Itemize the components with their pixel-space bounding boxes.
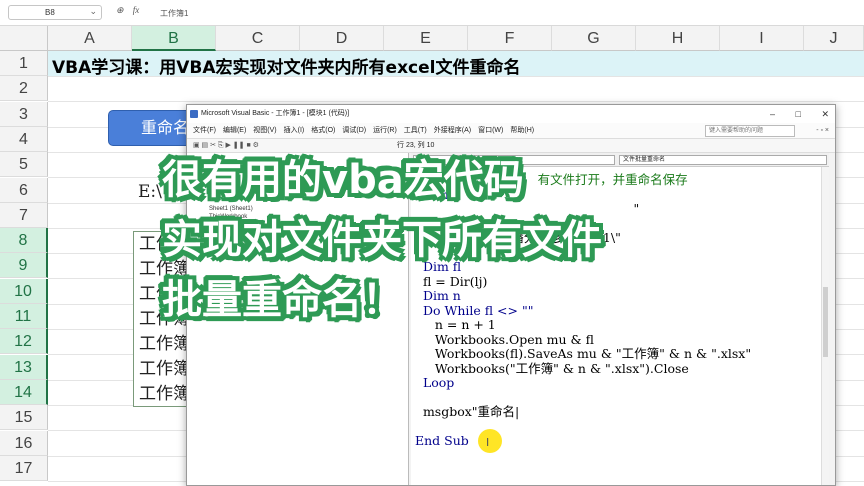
chevron-down-icon[interactable]: ⌄	[89, 6, 97, 17]
row-header-10[interactable]: 10	[0, 278, 48, 304]
window-controls: – □ ✕	[752, 105, 829, 123]
rename-button[interactable]: 重命名	[108, 110, 198, 146]
code-scrollbar[interactable]	[821, 167, 829, 485]
column-header-j[interactable]: J	[804, 26, 864, 51]
code-line[interactable]: "	[415, 201, 751, 217]
row-header-14[interactable]: 14	[0, 379, 48, 405]
code-line[interactable]: n = n + 1	[415, 317, 751, 333]
vba-titlebar[interactable]: Microsoft Visual Basic - 工作簿1 - [模块1 (代码…	[187, 105, 835, 123]
name-box[interactable]: B8 ⌄	[8, 5, 102, 20]
row-header-8[interactable]: 8	[0, 228, 48, 254]
formula-icons: ⊕ fx	[116, 5, 146, 16]
formula-value[interactable]: 工作簿1	[160, 8, 188, 19]
row-header-2[interactable]: 2	[0, 76, 48, 102]
row-header-9[interactable]: 9	[0, 253, 48, 279]
file-list-item[interactable]: 工作簿	[134, 382, 192, 407]
menu-window-controls[interactable]: - ▫ ×	[816, 123, 829, 139]
row-header-13[interactable]: 13	[0, 354, 48, 380]
row-gridline	[48, 101, 864, 103]
code-line[interactable]: Workbooks(fl).SaveAs mu & "工作簿" & n & ".…	[415, 346, 751, 362]
column-header-i[interactable]: I	[720, 26, 804, 51]
minimize-icon[interactable]: –	[770, 109, 775, 119]
code-line[interactable]: Dim n	[415, 288, 751, 304]
vba-menubar: 文件(F) 编辑(E) 视图(V) 插入(I) 格式(O) 调试(D) 运行(R) 工具(T)…	[187, 123, 835, 139]
menu-item[interactable]: 运行(R)	[373, 127, 397, 134]
formula-bar: B8 ⌄ ⊕ fx 工作簿1	[0, 0, 864, 26]
caption-line-1: 很有用的vba宏代码	[162, 157, 524, 203]
text-cursor-icon: I	[486, 436, 490, 449]
project-tree-item[interactable]: Sheet1 (Sheet1)	[209, 205, 253, 213]
menu-item[interactable]: 帮助(H)	[510, 127, 534, 134]
code-line[interactable]: Workbooks("工作簿" & n & ".xlsx").Close	[415, 361, 751, 377]
code-line[interactable]: Workbooks.Open mu & fl	[415, 332, 751, 348]
vba-title: Microsoft Visual Basic - 工作簿1 - [模块1 (代码…	[201, 110, 350, 117]
file-list-item[interactable]: 工作簿	[134, 332, 192, 357]
fx-icon[interactable]: fx	[133, 5, 140, 15]
path-cell[interactable]: E:\	[138, 182, 162, 202]
column-header-b[interactable]: B	[132, 26, 216, 51]
toolbar-icons[interactable]: ▣ ▤ ✂ ⎘ ▶ ❚❚ ■ ⚙	[193, 142, 259, 149]
row-header-15[interactable]: 15	[0, 405, 48, 431]
code-editor[interactable]: ' 有文件打开，并重命名保存 Dim lj " Dim mu mu = "E:\…	[415, 172, 751, 449]
menu-item[interactable]: 窗口(W)	[478, 127, 503, 134]
code-line[interactable]: Loop	[415, 375, 751, 391]
mouse-cursor-highlight	[478, 429, 502, 453]
help-search-input[interactable]: 键入需要帮助的问题	[705, 125, 795, 137]
code-line[interactable]	[415, 420, 751, 435]
row-header-5[interactable]: 5	[0, 152, 48, 178]
menu-item[interactable]: 插入(I)	[284, 127, 305, 134]
row-header-6[interactable]: 6	[0, 177, 48, 203]
caption-line-2: 实现对文件夹下所有文件	[162, 217, 602, 263]
row-header-7[interactable]: 7	[0, 202, 48, 228]
row-header-3[interactable]: 3	[0, 101, 48, 127]
row-header-16[interactable]: 16	[0, 430, 48, 456]
file-list-item[interactable]: 工作簿	[134, 357, 192, 382]
row-header-1[interactable]: 1	[0, 51, 48, 76]
scroll-thumb[interactable]	[823, 287, 828, 357]
column-header-h[interactable]: H	[636, 26, 720, 51]
sheet-title[interactable]: VBA学习课：用VBA宏实现对文件夹内所有excel文件重命名	[52, 53, 520, 78]
row-header-4[interactable]: 4	[0, 126, 48, 152]
close-icon[interactable]: ✕	[821, 109, 829, 119]
row-header-11[interactable]: 11	[0, 304, 48, 329]
cursor-position: 行 23, 列 10	[397, 142, 435, 149]
column-header-d[interactable]: D	[300, 26, 384, 51]
code-line[interactable]: Do While fl <> ""	[415, 303, 751, 319]
procedure-dropdown[interactable]: 文件批量重命名	[619, 155, 827, 165]
column-header-a[interactable]: A	[48, 26, 132, 51]
name-box-value: B8	[45, 8, 55, 17]
zoom-icon[interactable]: ⊕	[116, 5, 124, 15]
menu-item[interactable]: 格式(O)	[311, 127, 335, 134]
vba-app-icon	[190, 110, 198, 118]
row-header-17[interactable]: 17	[0, 455, 48, 481]
menu-item[interactable]: 外接程序(A)	[434, 127, 471, 134]
menu-item[interactable]: 工具(T)	[404, 127, 427, 134]
menu-item[interactable]: 文件(F)	[193, 127, 216, 134]
maximize-icon[interactable]: □	[796, 109, 801, 119]
row-header-12[interactable]: 12	[0, 329, 48, 355]
column-header-g[interactable]: G	[552, 26, 636, 51]
code-line[interactable]: msgbox"重命名|	[415, 404, 751, 420]
menu-item[interactable]: 调试(D)	[342, 127, 366, 134]
column-header-f[interactable]: F	[468, 26, 552, 51]
menu-item[interactable]: 视图(V)	[253, 127, 276, 134]
select-all-corner[interactable]	[0, 26, 48, 51]
vba-toolbar: ▣ ▤ ✂ ⎘ ▶ ❚❚ ■ ⚙ 行 23, 列 10	[187, 139, 835, 153]
caption-line-3: 批量重命名！	[162, 277, 402, 323]
code-line[interactable]: End Sub	[415, 433, 751, 449]
code-line[interactable]: fl = Dir(lj)	[415, 274, 751, 290]
column-header-c[interactable]: C	[216, 26, 300, 51]
menu-item[interactable]: 编辑(E)	[223, 127, 246, 134]
column-header-e[interactable]: E	[384, 26, 468, 51]
code-line[interactable]	[415, 391, 751, 406]
